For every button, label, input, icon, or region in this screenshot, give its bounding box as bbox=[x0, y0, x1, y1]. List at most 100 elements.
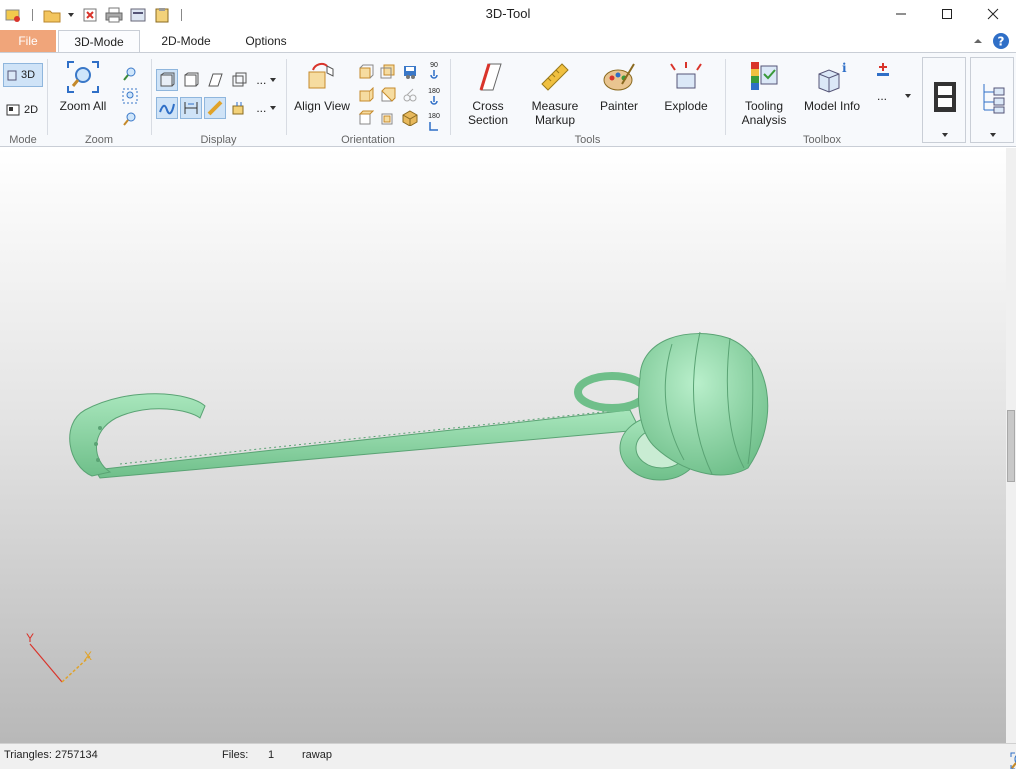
shaded-view-button[interactable] bbox=[156, 69, 178, 91]
minimize-button[interactable] bbox=[878, 0, 924, 28]
vertical-scrollbar[interactable] bbox=[1006, 148, 1016, 743]
measure-markup-button[interactable]: Measure Markup bbox=[525, 59, 585, 127]
measure-display-button[interactable] bbox=[204, 97, 226, 119]
wire-shaded-button[interactable] bbox=[180, 69, 202, 91]
painter-button[interactable]: Painter bbox=[593, 59, 645, 113]
paint-palette-icon bbox=[601, 59, 637, 95]
toolbox-more-button[interactable]: ... bbox=[874, 87, 914, 105]
app-icon[interactable] bbox=[4, 6, 22, 24]
tree-structure-icon bbox=[983, 84, 1005, 114]
collapse-ribbon-icon[interactable] bbox=[972, 35, 984, 50]
close-button[interactable] bbox=[970, 0, 1016, 28]
3d-viewport[interactable]: Y X bbox=[0, 148, 1006, 743]
mode-2d-label: 2D bbox=[24, 104, 39, 116]
zoom-all-label: Zoom All bbox=[59, 99, 107, 113]
view-bottom-icon[interactable] bbox=[379, 109, 397, 127]
curve-display-button[interactable] bbox=[156, 97, 178, 119]
separator bbox=[32, 9, 33, 21]
print-icon[interactable] bbox=[105, 6, 123, 24]
view-left-icon[interactable] bbox=[357, 86, 375, 104]
cross-section-label-2: Section bbox=[467, 113, 509, 127]
measure-label-2: Markup bbox=[534, 113, 575, 127]
model-info-button[interactable]: i Model Info bbox=[802, 59, 862, 113]
explode-button[interactable]: Explode bbox=[657, 59, 715, 113]
rotate-90-icon[interactable]: 90 bbox=[425, 59, 443, 83]
maximize-button[interactable] bbox=[924, 0, 970, 28]
group-label-mode: Mode bbox=[9, 134, 37, 146]
cross-section-button[interactable]: Cross Section bbox=[461, 59, 515, 127]
ribbon-tabs: File 3D-Mode 2D-Mode Options ? bbox=[0, 30, 1016, 53]
group-display: ... ... Display bbox=[152, 55, 285, 147]
zoom-in-status-icon[interactable] bbox=[1010, 752, 1016, 769]
rotate-180-icon[interactable]: 180 bbox=[425, 85, 443, 109]
scrollbar-thumb[interactable] bbox=[1007, 410, 1015, 482]
axis-x-label: X bbox=[84, 649, 92, 663]
print-preview-icon[interactable] bbox=[129, 6, 147, 24]
view-front-icon[interactable] bbox=[357, 63, 375, 81]
files-count: 1 bbox=[268, 749, 275, 761]
mode-3d-label: 3D bbox=[21, 69, 36, 81]
view-right-icon[interactable] bbox=[379, 86, 397, 104]
clipboard-icon[interactable] bbox=[153, 6, 171, 24]
rotate-180-b-label: 180 bbox=[428, 112, 440, 120]
hidden-line-button[interactable] bbox=[204, 69, 226, 91]
window-controls bbox=[878, 0, 1016, 28]
display-more-2-button[interactable]: ... bbox=[252, 97, 280, 119]
tab-3d-mode[interactable]: 3D-Mode bbox=[58, 30, 140, 53]
close-file-icon[interactable] bbox=[81, 6, 99, 24]
dropdown-arrow-icon[interactable] bbox=[67, 6, 75, 24]
model-info-label: Model Info bbox=[803, 99, 861, 113]
film-strip-icon bbox=[934, 82, 956, 112]
axis-triad: Y X bbox=[26, 631, 92, 683]
align-view-button[interactable]: Align View bbox=[291, 59, 353, 113]
tab-2d-mode[interactable]: 2D-Mode bbox=[148, 30, 224, 53]
display-more-button[interactable]: ... bbox=[252, 69, 280, 91]
axis-y-label: Y bbox=[26, 631, 34, 645]
view-back-icon[interactable] bbox=[379, 63, 397, 81]
zoom-all-icon bbox=[65, 59, 101, 95]
zoom-pan-icon[interactable] bbox=[121, 65, 139, 83]
zoom-all-button[interactable]: Zoom All bbox=[56, 59, 110, 113]
separator bbox=[181, 9, 182, 21]
ribbon-tools-right: ? bbox=[972, 32, 1010, 53]
rotate-180-b-icon[interactable]: 180 bbox=[425, 110, 443, 134]
display-more-label: ... bbox=[256, 73, 267, 87]
model-tree-panel-button[interactable] bbox=[970, 57, 1014, 143]
tooling-analysis-icon bbox=[746, 59, 782, 95]
ruler-icon bbox=[537, 59, 573, 95]
help-icon[interactable]: ? bbox=[992, 32, 1010, 53]
title-bar: 3D-Tool bbox=[0, 0, 1016, 30]
tooling-label-2: Analysis bbox=[741, 113, 787, 127]
measure-label-1: Measure bbox=[531, 99, 579, 113]
chevron-down-icon bbox=[990, 133, 996, 137]
explode-icon bbox=[668, 59, 704, 95]
mode-2d-button[interactable]: 2D bbox=[3, 98, 43, 122]
save-view-icon[interactable] bbox=[401, 63, 419, 81]
group-label-display: Display bbox=[200, 134, 237, 146]
painter-label: Painter bbox=[599, 99, 639, 113]
animation-panel-button[interactable] bbox=[922, 57, 966, 143]
dimension-display-button[interactable] bbox=[180, 97, 202, 119]
model-render[interactable] bbox=[0, 148, 1006, 743]
tooling-analysis-button[interactable]: Tooling Analysis bbox=[734, 59, 794, 127]
mode-3d-button[interactable]: 3D bbox=[3, 63, 43, 87]
wireframe-button[interactable] bbox=[228, 69, 250, 91]
zoom-in-icon[interactable] bbox=[121, 110, 139, 128]
zoom-window-icon[interactable] bbox=[121, 87, 139, 105]
toolbox-more-label: ... bbox=[876, 89, 887, 103]
add-tool-icon[interactable] bbox=[874, 61, 892, 79]
explode-label: Explode bbox=[664, 99, 708, 113]
view-iso-icon[interactable] bbox=[401, 109, 419, 127]
tab-file[interactable]: File bbox=[0, 30, 56, 53]
model-info-icon: i bbox=[814, 59, 850, 95]
group-label-orientation: Orientation bbox=[341, 134, 395, 146]
view-link-icon[interactable] bbox=[401, 86, 419, 104]
tab-options[interactable]: Options bbox=[232, 30, 300, 53]
markup-display-button[interactable] bbox=[228, 97, 250, 119]
group-zoom: Zoom All Zoom bbox=[48, 55, 150, 147]
status-bar: Triangles: 2757134 Files: 1 rawap bbox=[0, 743, 1016, 769]
drawing-2d-icon bbox=[6, 104, 20, 116]
quick-access-toolbar bbox=[0, 0, 186, 30]
open-folder-icon[interactable] bbox=[43, 6, 61, 24]
view-top-icon[interactable] bbox=[357, 109, 375, 127]
